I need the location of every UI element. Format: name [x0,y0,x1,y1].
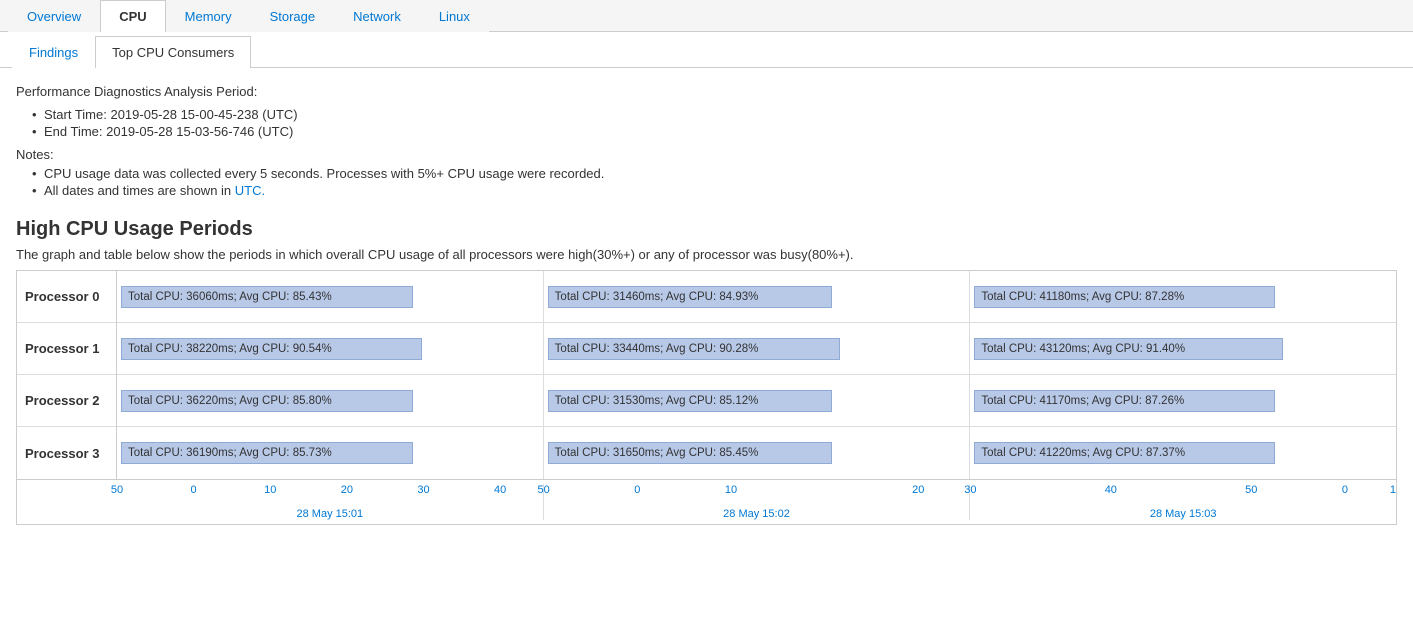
content-area: Performance Diagnostics Analysis Period:… [0,68,1413,525]
x-tick-1-1: 0 [634,484,640,496]
note-2-text: All dates and times are shown in [44,183,235,198]
start-time: Start Time: 2019-05-28 15-00-45-238 (UTC… [32,107,1397,122]
data-row-2: Total CPU: 36220ms; Avg CPU: 85.80% Total… [117,375,1396,427]
bar-p1-b2: Total CPU: 43120ms; Avg CPU: 91.40% [974,338,1283,360]
bar-p1-b1: Total CPU: 33440ms; Avg CPU: 90.28% [548,338,840,360]
bar-p3-b1: Total CPU: 31650ms; Avg CPU: 85.45% [548,442,832,464]
x-tick-0-4: 30 [417,484,429,496]
segment-p1-b1: Total CPU: 33440ms; Avg CPU: 90.28% [544,323,971,374]
data-row-3: Total CPU: 36190ms; Avg CPU: 85.73% Total… [117,427,1396,479]
segment-p0-b2: Total CPU: 41180ms; Avg CPU: 87.28% [970,271,1396,322]
top-tabs: Overview CPU Memory Storage Network Linu… [0,0,1413,32]
x-tick-2-3: 0 [1342,484,1348,496]
note-1: CPU usage data was collected every 5 sec… [32,166,1397,181]
segment-p1-b0: Total CPU: 38220ms; Avg CPU: 90.54% [117,323,544,374]
x-axis-group-1: 500102028 May 15:02 [544,484,971,520]
x-tick-2-0: 30 [964,484,976,496]
segment-p3-b1: Total CPU: 31650ms; Avg CPU: 85.45% [544,427,971,479]
notes-label: Notes: [16,147,1397,162]
segment-p3-b0: Total CPU: 36190ms; Avg CPU: 85.73% [117,427,544,479]
end-time: End Time: 2019-05-28 15-03-56-746 (UTC) [32,124,1397,139]
bar-p3-b2: Total CPU: 41220ms; Avg CPU: 87.37% [974,442,1275,464]
bar-p1-b0: Total CPU: 38220ms; Avg CPU: 90.54% [121,338,422,360]
segment-p2-b0: Total CPU: 36220ms; Avg CPU: 85.80% [117,375,544,426]
x-tick-0-1: 0 [191,484,197,496]
tab-overview[interactable]: Overview [8,0,100,32]
x-tick-2-1: 40 [1105,484,1117,496]
bar-p0-b2: Total CPU: 41180ms; Avg CPU: 87.28% [974,286,1275,308]
segment-p0-b0: Total CPU: 36060ms; Avg CPU: 85.43% [117,271,544,322]
row-label-3: Processor 3 [17,427,116,479]
x-tick-2-2: 50 [1245,484,1257,496]
note-2: All dates and times are shown in UTC. [32,183,1397,198]
row-label-0: Processor 0 [17,271,116,323]
segment-p1-b2: Total CPU: 43120ms; Avg CPU: 91.40% [970,323,1396,374]
sub-tab-top-consumers[interactable]: Top CPU Consumers [95,36,251,68]
notes-list: CPU usage data was collected every 5 sec… [16,166,1397,198]
x-axis-group-2: 30405001028 May 15:03 [970,484,1396,520]
x-date-1: 28 May 15:02 [723,508,790,520]
tab-network[interactable]: Network [334,0,420,32]
chart-data: Total CPU: 36060ms; Avg CPU: 85.43% Total… [117,271,1396,479]
x-axis: 50 0 10 20 30 40 28 May 15:01 50 0 10 20 28 May 15:… [17,479,1396,524]
tab-storage[interactable]: Storage [251,0,335,32]
bar-p2-b1: Total CPU: 31530ms; Avg CPU: 85.12% [548,390,832,412]
x-tick-0-2: 10 [264,484,276,496]
x-date-2: 28 May 15:03 [1150,508,1217,520]
x-tick-1-2: 10 [725,484,737,496]
cpu-chart: Processor 0 Processor 1 Processor 2 Proc… [16,270,1397,525]
data-row-0: Total CPU: 36060ms; Avg CPU: 85.43% Total… [117,271,1396,323]
row-label-1: Processor 1 [17,323,116,375]
segment-p2-b1: Total CPU: 31530ms; Avg CPU: 85.12% [544,375,971,426]
sub-tabs: Findings Top CPU Consumers [0,36,1413,68]
data-row-1: Total CPU: 38220ms; Avg CPU: 90.54% Total… [117,323,1396,375]
chart-body: Processor 0 Processor 1 Processor 2 Proc… [17,271,1396,479]
section-title: High CPU Usage Periods [16,218,1397,241]
bar-p0-b1: Total CPU: 31460ms; Avg CPU: 84.93% [548,286,832,308]
segment-p0-b1: Total CPU: 31460ms; Avg CPU: 84.93% [544,271,971,322]
x-tick-2-4: 10 [1390,484,1397,496]
sub-tab-findings[interactable]: Findings [12,36,95,68]
x-tick-0-0: 50 [111,484,123,496]
x-tick-1-0: 50 [538,484,550,496]
note-2-blue: UTC. [235,183,265,198]
tab-cpu[interactable]: CPU [100,0,165,32]
x-date-0: 28 May 15:01 [297,508,364,520]
x-tick-0-5: 40 [494,484,506,496]
x-tick-0-3: 20 [341,484,353,496]
bar-p0-b0: Total CPU: 36060ms; Avg CPU: 85.43% [121,286,413,308]
row-labels: Processor 0 Processor 1 Processor 2 Proc… [17,271,117,479]
x-axis-group-0: 5001020304028 May 15:01 [117,484,544,520]
tab-memory[interactable]: Memory [166,0,251,32]
bar-p2-b0: Total CPU: 36220ms; Avg CPU: 85.80% [121,390,413,412]
analysis-period-title: Performance Diagnostics Analysis Period: [16,84,1397,99]
row-label-2: Processor 2 [17,375,116,427]
tab-linux[interactable]: Linux [420,0,489,32]
section-desc: The graph and table below show the perio… [16,247,1397,262]
segment-p3-b2: Total CPU: 41220ms; Avg CPU: 87.37% [970,427,1396,479]
bar-p3-b0: Total CPU: 36190ms; Avg CPU: 85.73% [121,442,413,464]
x-tick-1-3: 20 [912,484,924,496]
analysis-period-list: Start Time: 2019-05-28 15-00-45-238 (UTC… [16,107,1397,139]
x-axis-data: 50 0 10 20 30 40 28 May 15:01 50 0 10 20 28 May 15:… [117,484,1396,520]
x-axis-spacer [17,484,117,520]
bar-p2-b2: Total CPU: 41170ms; Avg CPU: 87.26% [974,390,1275,412]
segment-p2-b2: Total CPU: 41170ms; Avg CPU: 87.26% [970,375,1396,426]
